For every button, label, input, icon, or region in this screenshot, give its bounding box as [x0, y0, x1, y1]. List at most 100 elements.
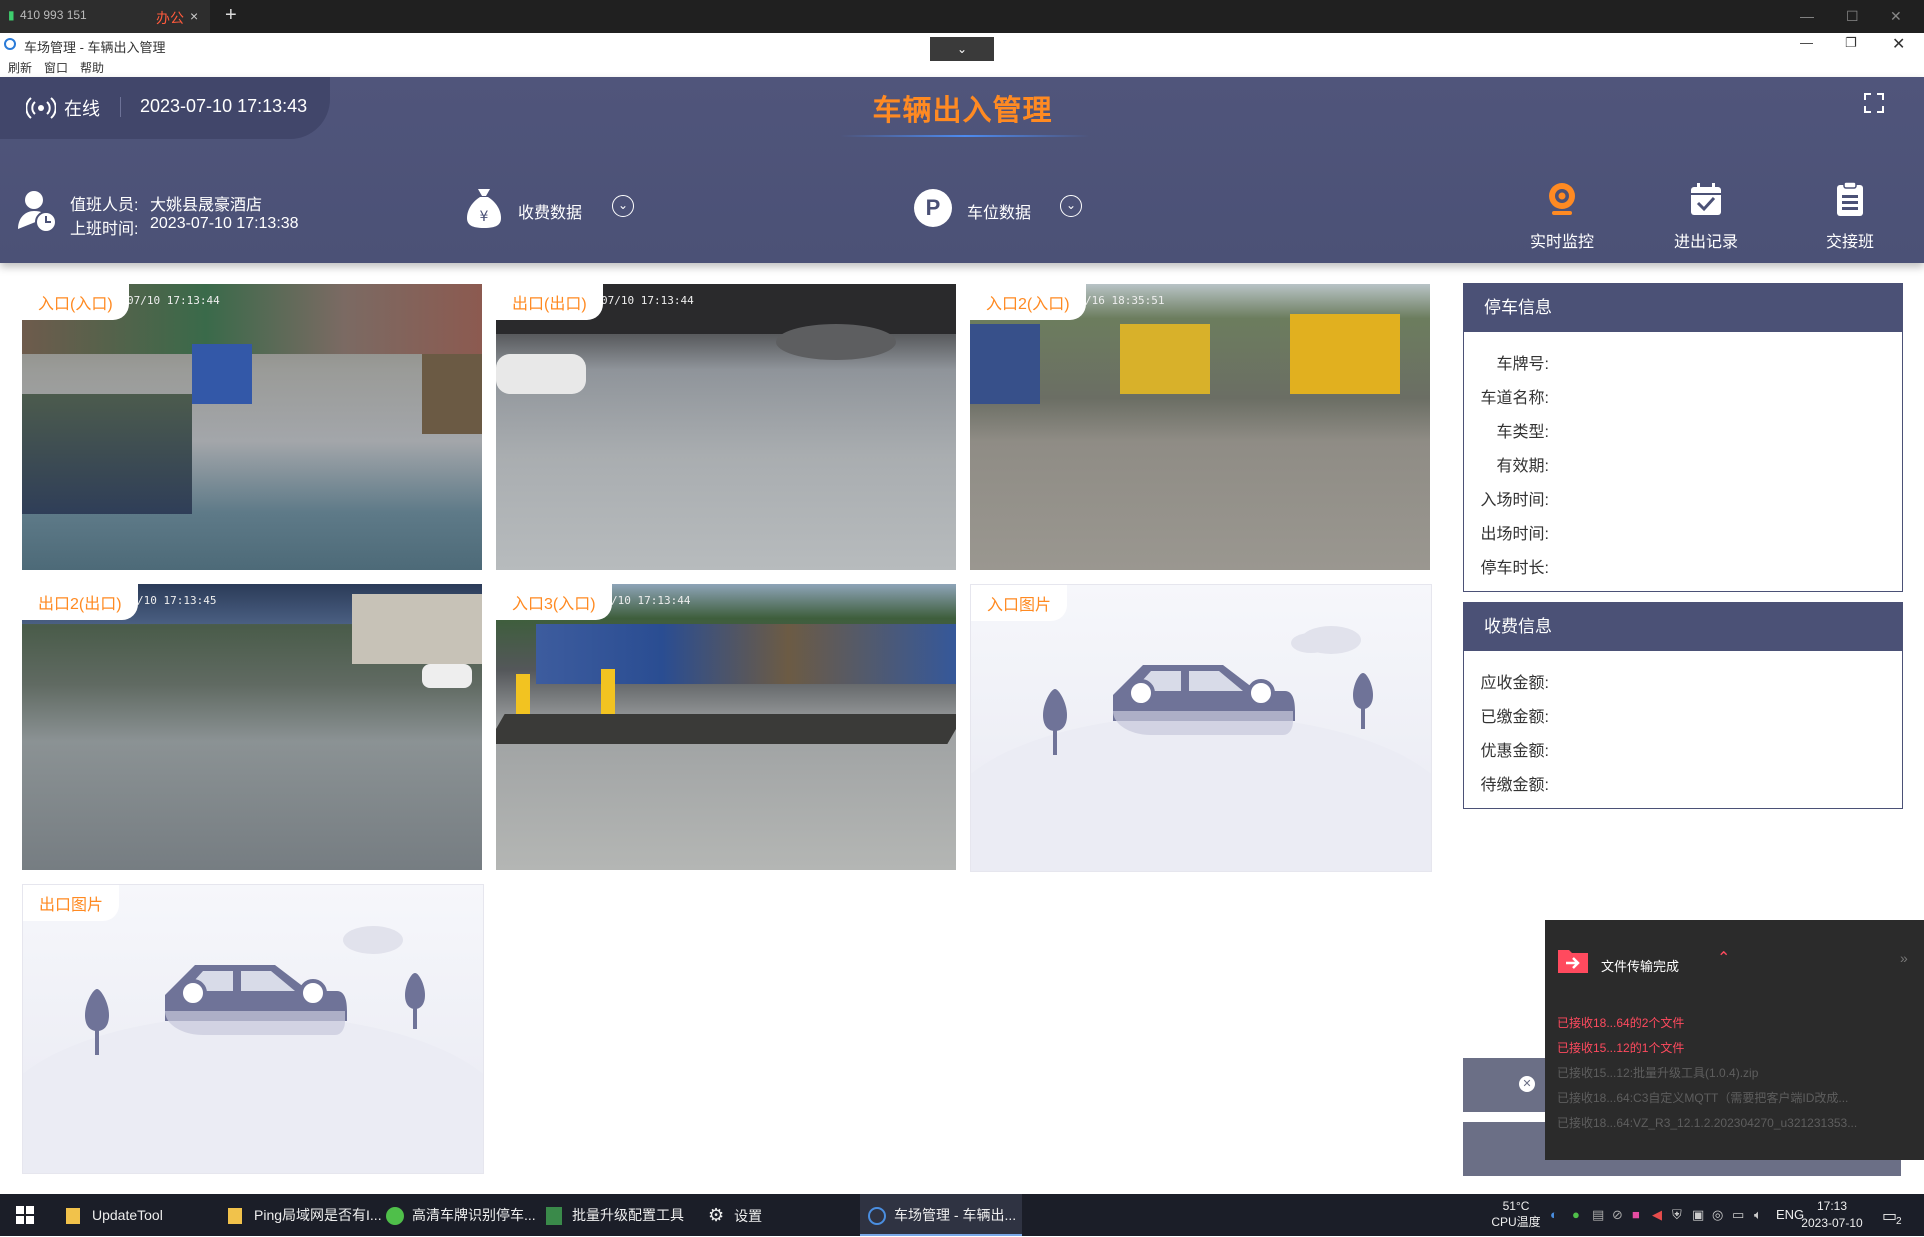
close-tab-icon[interactable]: ×	[190, 8, 198, 24]
taskbar-app-parking-mgmt[interactable]: 车场管理 - 车辆出...	[860, 1194, 1022, 1236]
camera-label: 出口2(出口)	[22, 584, 138, 620]
toast-line[interactable]: 已接收15...12:批量升级工具(1.0.4).zip	[1557, 1064, 1758, 1081]
toast-line[interactable]: 已接收18...64:VZ_R3_12.1.2.202304270_u32123…	[1557, 1114, 1857, 1131]
app-restore-icon[interactable]: ❐	[1845, 35, 1857, 51]
toast-collapse-chevron-icon[interactable]: ⌃	[1717, 948, 1730, 968]
field-amount-due: 应收金额:	[1480, 675, 1549, 692]
fee-info-title: 收费信息	[1464, 603, 1902, 651]
camera-label: 入口(入口)	[22, 284, 129, 320]
exit-image-label: 出口图片	[23, 885, 120, 921]
entry-image-label: 入口图片	[971, 585, 1068, 621]
car-illustration-icon	[23, 926, 483, 1173]
new-tab-icon[interactable]: +	[225, 4, 237, 27]
taskbar-app-label: Ping局域网是否有I...	[254, 1207, 382, 1223]
field-plate-number: 车牌号:	[1496, 356, 1549, 373]
camera-timestamp: /16 18:35:51	[1085, 294, 1165, 307]
camera-label: 出口(出口)	[496, 284, 603, 320]
maximize-icon[interactable]: ☐	[1846, 8, 1859, 25]
calendar-check-icon	[1691, 183, 1721, 215]
folder-transfer-icon	[1558, 950, 1588, 973]
field-parking-duration: 停车时长:	[1480, 560, 1549, 577]
clock[interactable]: 17:13 2023-07-10	[1796, 1198, 1868, 1232]
tray-shield-icon[interactable]: ⛨	[1672, 1194, 1682, 1236]
camera-scene-truck	[970, 324, 1040, 404]
menu-refresh[interactable]: 刷新	[8, 59, 32, 76]
camera-scene-loader-2	[1290, 314, 1400, 394]
minimize-icon[interactable]: —	[1800, 8, 1814, 24]
menu-window[interactable]: 窗口	[44, 59, 68, 76]
window-titlebar: 车场管理 - 车辆出入管理 刷新 窗口 帮助 ⌄ — ❐ ✕	[0, 33, 1924, 78]
camera-feed-exit-2[interactable]: /10 17:13:45 出口2(出口)	[22, 584, 482, 870]
folder-icon	[228, 1208, 242, 1225]
folder-icon	[66, 1208, 80, 1225]
tray-monitor-icon[interactable]: ▭	[1732, 1194, 1744, 1236]
toast-line[interactable]: 已接收18...64:C3自定义MQTT（需要把客户端ID改成...	[1557, 1089, 1848, 1106]
tray-app-icon-4[interactable]: ◎	[1712, 1194, 1723, 1236]
app-icon	[868, 1207, 886, 1226]
tray-app-icon-2[interactable]: ■	[1632, 1194, 1640, 1236]
close-icon[interactable]: ✕	[1890, 8, 1902, 25]
tray-speaker-icon[interactable]: 🔈︎	[1754, 1194, 1762, 1236]
fullscreen-icon[interactable]	[1864, 93, 1884, 113]
taskbar-app-label: 设置	[734, 1208, 763, 1224]
parking-p-icon: P	[914, 189, 952, 227]
toast-line[interactable]: 已接收15...12的1个文件	[1557, 1039, 1684, 1056]
fee-data-chevron-down-icon[interactable]: ⌄	[612, 195, 634, 217]
tray-app-icon[interactable]: ◐	[1550, 1194, 1558, 1236]
field-vehicle-type: 车类型:	[1496, 424, 1549, 441]
taskbar-app-batch-upgrade[interactable]: 批量升级配置工具	[540, 1194, 700, 1236]
taskbar-app-label: 批量升级配置工具	[572, 1207, 684, 1223]
access-records-button[interactable]: 进出记录	[1656, 181, 1756, 252]
cpu-temp-widget[interactable]: 51°C CPU温度	[1486, 1198, 1546, 1230]
signal-broadcast-icon	[26, 97, 56, 119]
taskbar-app-ping[interactable]: Ping局域网是否有I...	[220, 1194, 382, 1236]
camera-feed-entrance-2[interactable]: /16 18:35:51 入口2(入口)	[970, 284, 1430, 570]
signal-icon: ▮	[8, 8, 15, 22]
camera-feed-entrance-3[interactable]: /10 17:13:44 入口3(入口)	[496, 584, 956, 870]
toast-expand-icon[interactable]: »	[1900, 950, 1908, 966]
field-validity: 有效期:	[1496, 458, 1549, 475]
parking-info-panel: 停车信息 车牌号: 车道名称: 车类型: 有效期: 入场时间: 出场时间: 停车…	[1463, 283, 1903, 592]
session-tab-label: 办公	[156, 10, 184, 26]
shift-handover-button[interactable]: 交接班	[1800, 181, 1900, 252]
app-minimize-icon[interactable]: —	[1800, 35, 1813, 50]
clipboard-icon	[1837, 181, 1863, 216]
shift-value: 2023-07-10 17:13:38	[150, 215, 299, 232]
title-underline	[840, 135, 1090, 137]
camera-scene-trucks	[536, 624, 956, 684]
svg-text:¥: ¥	[480, 209, 489, 225]
camera-icon	[1549, 183, 1575, 215]
menu-help[interactable]: 帮助	[80, 59, 104, 76]
online-status: 在线	[64, 99, 100, 119]
car-illustration-icon	[971, 626, 1431, 871]
camera-scene-car	[496, 354, 586, 394]
camera-label: 入口2(入口)	[970, 284, 1086, 320]
taskbar-app-lpr[interactable]: 高清车牌识别停车...	[380, 1194, 540, 1236]
taskbar-app-settings[interactable]: ⚙ 设置	[700, 1194, 860, 1236]
app-close-icon[interactable]: ✕	[1892, 34, 1905, 54]
tray-app-icon-3[interactable]: ▣	[1692, 1194, 1704, 1236]
collapse-toolbar-button[interactable]: ⌄	[930, 37, 994, 61]
camera-feed-entrance[interactable]: 07/10 17:13:44 入口(入口)	[22, 284, 482, 570]
field-entry-time: 入场时间:	[1480, 492, 1549, 509]
realtime-monitor-button[interactable]: 实时监控	[1512, 181, 1612, 252]
shift-handover-label: 交接班	[1825, 234, 1874, 251]
taskbar-app-updatetool[interactable]: UpdateTool	[58, 1194, 218, 1236]
camera-feed-exit[interactable]: 07/10 17:13:44 出口(出口)	[496, 284, 956, 570]
remote-session-tab[interactable]: ▮ 410 993 151 办公 ×	[0, 0, 210, 33]
app-icon	[546, 1207, 562, 1226]
tray-mute-icon[interactable]: ⊘	[1612, 1194, 1623, 1236]
clock-date: 2023-07-10	[1801, 1216, 1863, 1230]
operator-value: 大姚县晟豪酒店	[150, 197, 263, 214]
tray-lpr-icon[interactable]: ●	[1572, 1194, 1580, 1236]
notification-center-icon[interactable]: ▭	[1882, 1206, 1897, 1226]
toast-line[interactable]: 已接收18...64的2个文件	[1557, 1014, 1684, 1031]
tray-volume-icon[interactable]: ◀	[1652, 1194, 1662, 1236]
fee-data-label[interactable]: 收费数据	[518, 199, 582, 223]
page-title: 车辆出入管理	[872, 95, 1053, 127]
windows-start-icon[interactable]	[16, 1206, 34, 1224]
space-data-chevron-down-icon[interactable]: ⌄	[1060, 195, 1082, 217]
space-data-label[interactable]: 车位数据	[967, 199, 1031, 223]
tray-network-icon[interactable]: ▤	[1592, 1194, 1604, 1236]
parking-info-title: 停车信息	[1464, 284, 1902, 332]
